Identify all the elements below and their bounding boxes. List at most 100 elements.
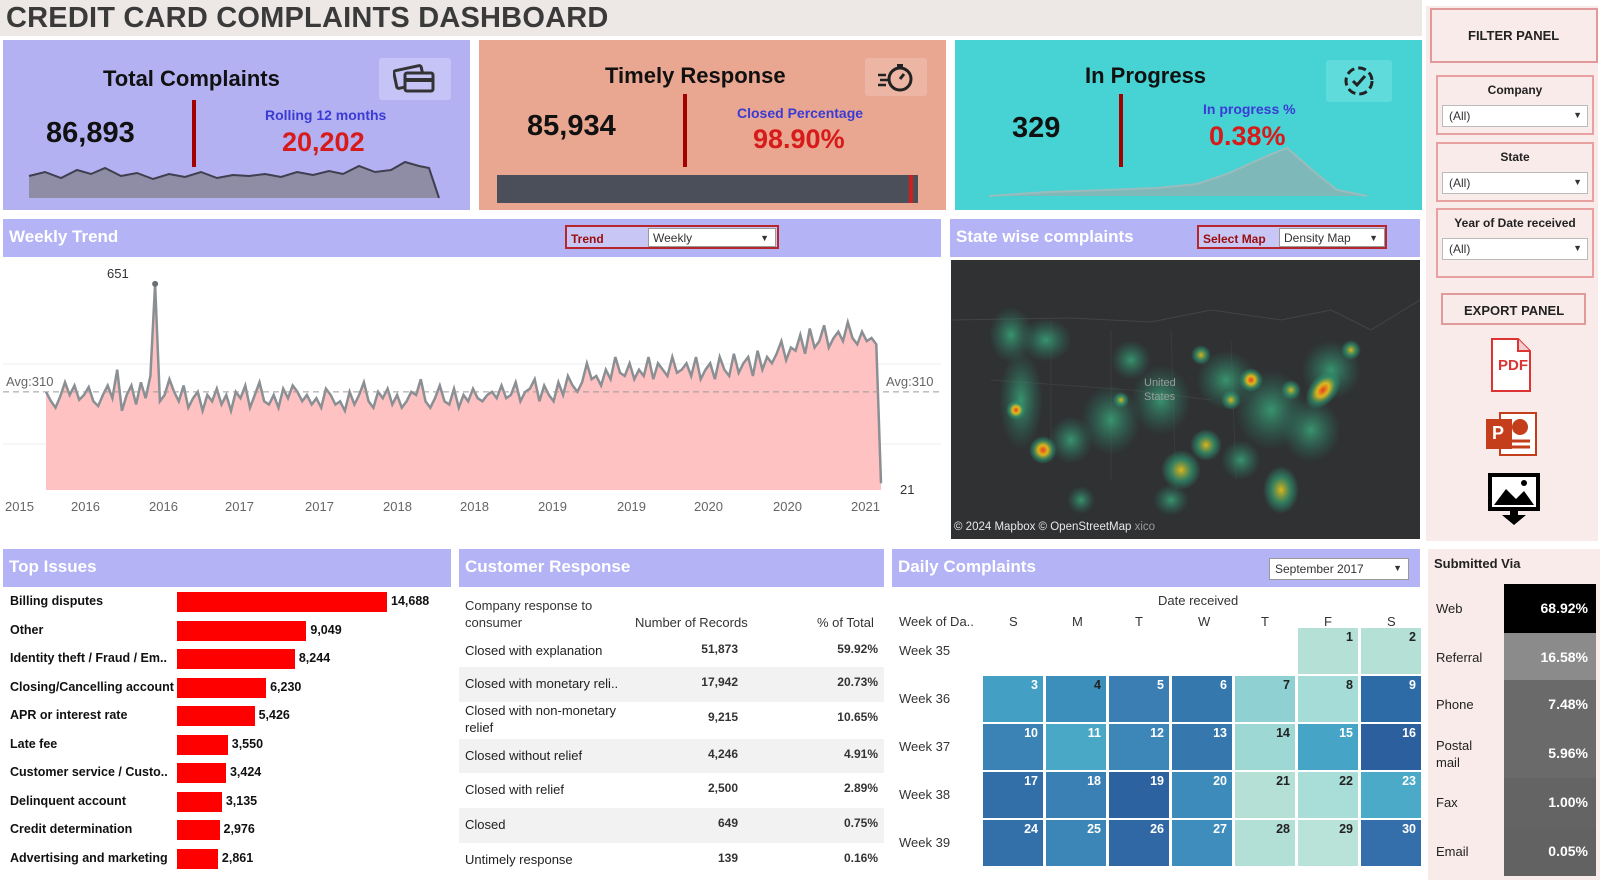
issue-label: Identity theft / Fraud / Em.. — [10, 651, 167, 665]
map-selector[interactable]: Select Map Density Map ▼ — [1197, 225, 1387, 249]
map-canvas — [951, 299, 1420, 516]
calendar-day-cell[interactable]: 20 — [1171, 771, 1233, 819]
record-count: 17,942 — [701, 675, 738, 689]
weekday-label: T — [1135, 614, 1143, 629]
calendar-day-cell[interactable]: 28 — [1234, 819, 1296, 867]
powerpoint-export-icon[interactable]: P — [1484, 407, 1540, 461]
issue-bar[interactable] — [177, 791, 222, 812]
calendar-day-cell[interactable]: 21 — [1234, 771, 1296, 819]
table-row[interactable]: Closed with monetary reli.. 17,942 20.73% — [459, 667, 884, 702]
response-label: Closed with non-monetary relief — [465, 703, 617, 735]
x-tick-label: 2017 — [225, 499, 254, 514]
record-pct: 0.75% — [843, 816, 878, 830]
chevron-down-icon: ▼ — [1393, 563, 1402, 573]
company-dropdown[interactable]: (All) ▼ — [1442, 105, 1588, 127]
trend-selector[interactable]: Trend Weekly ▼ — [565, 225, 779, 249]
table-row[interactable]: Closed with explanation 51,873 59.92% — [459, 634, 884, 666]
issue-bar[interactable] — [177, 649, 295, 669]
channel-label: Phone — [1436, 697, 1474, 712]
calendar-day-cell[interactable]: 4 — [1045, 675, 1107, 723]
calendar-day-cell[interactable]: 8 — [1297, 675, 1359, 723]
issue-bar[interactable] — [177, 706, 255, 726]
issue-bar[interactable] — [177, 677, 267, 698]
calendar-day-cell[interactable]: 6 — [1171, 675, 1233, 723]
kpi-divider — [683, 94, 687, 167]
map-heat-blobs — [989, 307, 1361, 516]
calendar-day-cell[interactable]: 7 — [1234, 675, 1296, 723]
calendar-day-cell[interactable]: 27 — [1171, 819, 1233, 867]
calendar-day-cell[interactable]: 25 — [1045, 819, 1107, 867]
year-dropdown[interactable]: (All) ▼ — [1442, 238, 1588, 260]
end-label: 21 — [900, 482, 915, 497]
issue-bar[interactable] — [177, 734, 228, 755]
state-dropdown[interactable]: (All) ▼ — [1442, 172, 1588, 194]
calendar-day-cell[interactable]: 1 — [1297, 627, 1359, 675]
calendar-day-cell[interactable]: 30 — [1360, 819, 1422, 867]
month-dropdown[interactable]: September 2017 ▼ — [1269, 558, 1409, 580]
channel-pct[interactable]: 5.96% — [1504, 729, 1596, 778]
kpi-timely-sub-value: 98.90% — [753, 124, 845, 154]
calendar-day-cell[interactable]: 24 — [982, 819, 1044, 867]
chevron-down-icon: ▼ — [1573, 177, 1582, 187]
calendar-day-cell[interactable]: 18 — [1045, 771, 1107, 819]
calendar-day-cell[interactable]: 16 — [1360, 723, 1422, 771]
calendar-day-cell[interactable]: 12 — [1108, 723, 1170, 771]
calendar-day-cell[interactable]: 23 — [1360, 771, 1422, 819]
top-issues-header: Top Issues — [3, 549, 451, 587]
table-row[interactable]: Untimely response 139 0.16% — [459, 843, 884, 878]
calendar-day-cell[interactable]: 19 — [1108, 771, 1170, 819]
calendar-day-cell[interactable]: 13 — [1171, 723, 1233, 771]
issue-label: Closing/Cancelling account — [10, 679, 174, 694]
pdf-export-icon[interactable]: PDF — [1486, 337, 1534, 393]
issue-bar[interactable] — [177, 620, 307, 641]
calendar-day-cell[interactable]: 14 — [1234, 723, 1296, 771]
calendar-day-cell[interactable]: 26 — [1108, 819, 1170, 867]
kpi-timely-sub-label: Closed Percentage — [737, 105, 864, 121]
issue-bar[interactable] — [177, 848, 218, 869]
issue-label: Other — [10, 622, 44, 637]
channel-pct[interactable]: 16.58% — [1504, 633, 1596, 682]
calendar-day-cell[interactable]: 11 — [1045, 723, 1107, 771]
day-number: 16 — [1402, 726, 1416, 740]
issue-value: 3,550 — [231, 736, 264, 751]
year-filter-label: Year of Date received — [1454, 216, 1576, 230]
calendar-day-cell[interactable]: 2 — [1360, 627, 1422, 675]
issue-bar[interactable] — [177, 592, 387, 612]
channel-pct[interactable]: 68.92% — [1504, 584, 1596, 633]
response-label: Untimely response — [465, 852, 573, 867]
table-row[interactable]: Closed with relief 2,500 2.89% — [459, 773, 884, 808]
response-label: Closed without relief — [465, 748, 583, 763]
image-export-icon[interactable] — [1488, 471, 1540, 527]
x-tick-label: 2020 — [773, 499, 802, 514]
calendar-day-cell[interactable]: 17 — [982, 771, 1044, 819]
channel-pct[interactable]: 0.05% — [1504, 827, 1596, 876]
table-row[interactable]: Closed 649 0.75% — [459, 808, 884, 843]
day-number: 25 — [1087, 822, 1101, 836]
calendar-day-cell[interactable]: 5 — [1108, 675, 1170, 723]
kpi-total-value: 86,893 — [46, 117, 135, 149]
trend-dropdown[interactable]: Weekly ▼ — [648, 228, 776, 247]
map-country-label: United States — [1144, 377, 1176, 403]
calendar-day-cell[interactable]: 9 — [1360, 675, 1422, 723]
channel-pct[interactable]: 1.00% — [1504, 778, 1596, 827]
top-issues-title: Top Issues — [9, 557, 97, 576]
issue-bar[interactable] — [177, 763, 226, 783]
table-row[interactable]: Closed without relief 4,246 4.91% — [459, 739, 884, 773]
issue-value: 2,861 — [221, 850, 254, 865]
calendar-day-cell[interactable]: 3 — [982, 675, 1044, 723]
calendar-day-cell[interactable]: 15 — [1297, 723, 1359, 771]
x-tick-label: 2020 — [694, 499, 723, 514]
calendar-day-cell[interactable]: 22 — [1297, 771, 1359, 819]
table-row[interactable]: Closed with non-monetary relief 9,215 10.6… — [459, 702, 884, 740]
channel-pct[interactable]: 7.48% — [1504, 680, 1596, 729]
calendar-day-cell[interactable]: 29 — [1297, 819, 1359, 867]
day-number: 27 — [1213, 822, 1227, 836]
map-type-dropdown[interactable]: Density Map ▼ — [1279, 228, 1385, 247]
weekly-trend-header: Weekly Trend — [3, 219, 941, 257]
density-map[interactable]: United States © 2024 Mapbox © OpenStreet… — [951, 260, 1420, 539]
x-tick-label: 2019 — [538, 499, 567, 514]
x-tick-label: 2018 — [460, 499, 489, 514]
calendar-day-cell[interactable]: 10 — [982, 723, 1044, 771]
day-number: 5 — [1157, 678, 1164, 692]
issue-bar[interactable] — [177, 820, 220, 840]
